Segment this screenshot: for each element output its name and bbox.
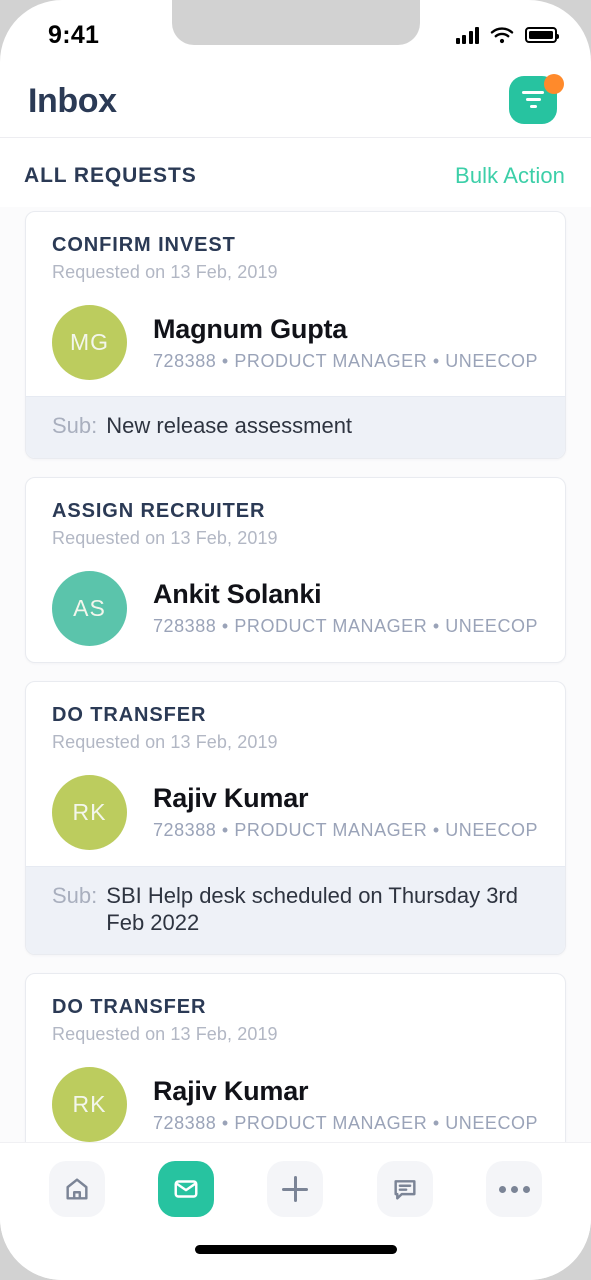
request-type: DO TRANSFER xyxy=(52,703,207,726)
meta-separator: • xyxy=(216,616,235,637)
more-icon xyxy=(498,1185,530,1193)
nav-item-chat[interactable] xyxy=(376,1161,433,1217)
requester: RK Rajiv Kumar 728388 • PRODUCT MANAGER • … xyxy=(52,1067,539,1142)
requester-employee-id: 728388 xyxy=(153,350,217,371)
requester-info: Ankit Solanki 728388 • PRODUCT MANAGER • … xyxy=(153,579,539,637)
plus-icon xyxy=(282,1176,309,1202)
meta-separator: • xyxy=(427,1112,446,1133)
request-type: CONFIRM INVEST xyxy=(52,234,236,256)
section-title: ALL REQUESTS xyxy=(24,164,197,187)
device-notch xyxy=(171,0,420,45)
cellular-signal-icon xyxy=(455,26,479,44)
requester-info: Rajiv Kumar 728388 • PRODUCT MANAGER • UN… xyxy=(153,783,539,841)
home-icon xyxy=(66,1178,88,1200)
nav-item-mail[interactable] xyxy=(158,1161,215,1217)
requester-info: Rajiv Kumar 728388 • PRODUCT MANAGER • UN… xyxy=(153,1076,539,1134)
requester-company: UNEECOPS… xyxy=(445,616,539,637)
mail-icon xyxy=(174,1180,198,1198)
requester-role: PRODUCT MANAGER xyxy=(234,616,428,637)
avatar: MG xyxy=(52,305,127,380)
request-card-body: DO TRANSFER Requested on 13 Feb, 2019 RK Ra… xyxy=(26,974,565,1142)
request-card-body: DO TRANSFER Requested on 13 Feb, 2019 RK Ra… xyxy=(26,682,565,866)
requester-meta: 728388 • PRODUCT MANAGER • UNEECOPS… xyxy=(153,351,539,372)
meta-separator: • xyxy=(427,820,446,841)
request-card-body: ASSIGN RECRUITER Requested on 13 Feb, 201… xyxy=(26,478,565,662)
request-card[interactable]: CONFIRM INVEST Requested on 13 Feb, 2019 M… xyxy=(25,211,566,459)
page-title: Inbox xyxy=(28,82,117,120)
status-bar-time: 9:41 xyxy=(48,20,100,49)
nav-item-add[interactable] xyxy=(267,1161,324,1217)
wifi-icon xyxy=(490,26,514,43)
requester-role: PRODUCT MANAGER xyxy=(234,820,428,841)
phone-device-frame: 9:41 Inbox ALL REQUESTS Bulk Action CONF… xyxy=(0,0,591,1280)
avatar: AS xyxy=(52,570,127,646)
bulk-action-button[interactable]: Bulk Action xyxy=(455,163,565,189)
request-subject-value: SBI Help desk scheduled on Thursday 3rd … xyxy=(106,882,518,935)
requester: MG Magnum Gupta 728388 • PRODUCT MANAGER •… xyxy=(52,305,539,380)
request-date: Requested on 13 Feb, 2019 xyxy=(52,262,278,282)
avatar: RK xyxy=(52,774,127,850)
request-list[interactable]: CONFIRM INVEST Requested on 13 Feb, 2019 M… xyxy=(0,207,591,1142)
request-date: Requested on 13 Feb, 2019 xyxy=(52,1024,278,1045)
requester-employee-id: 728388 xyxy=(153,616,217,637)
requester-company: UNEECOPS… xyxy=(445,350,539,371)
meta-separator: • xyxy=(216,820,235,841)
requester-name: Magnum Gupta xyxy=(153,313,348,344)
app-header: Inbox xyxy=(0,66,591,138)
requester-company: UNEECOPS… xyxy=(445,820,539,841)
requester: AS Ankit Solanki 728388 • PRODUCT MANAGER … xyxy=(52,570,539,646)
requester-name: Ankit Solanki xyxy=(153,579,322,610)
request-type: ASSIGN RECRUITER xyxy=(52,499,266,522)
request-card[interactable]: DO TRANSFER Requested on 13 Feb, 2019 RK Ra… xyxy=(25,680,566,956)
meta-separator: • xyxy=(427,350,446,371)
request-subject-row: Sub: SBI Help desk scheduled on Thursday … xyxy=(26,865,565,955)
requester-role: PRODUCT MANAGER xyxy=(234,1112,428,1133)
requester-info: Magnum Gupta 728388 • PRODUCT MANAGER • U… xyxy=(153,314,539,372)
requester-company: UNEECOPS… xyxy=(445,1112,539,1133)
requester-meta: 728388 • PRODUCT MANAGER • UNEECOPS… xyxy=(153,1113,539,1134)
request-card[interactable]: ASSIGN RECRUITER Requested on 13 Feb, 201… xyxy=(25,476,566,663)
chat-icon xyxy=(394,1180,416,1200)
request-subject-value: New release assessment xyxy=(106,413,353,438)
filter-button[interactable] xyxy=(509,73,564,128)
request-card-body: CONFIRM INVEST Requested on 13 Feb, 2019 M… xyxy=(26,212,565,396)
meta-separator: • xyxy=(427,616,446,637)
section-header: ALL REQUESTS Bulk Action xyxy=(0,140,591,212)
battery-icon xyxy=(525,27,559,43)
home-indicator xyxy=(194,1245,397,1254)
request-subject-label: Sub: xyxy=(52,413,98,438)
request-card[interactable]: DO TRANSFER Requested on 13 Feb, 2019 RK Ra… xyxy=(25,973,566,1142)
request-subject-label: Sub: xyxy=(52,882,98,908)
request-type: DO TRANSFER xyxy=(52,996,207,1019)
bottom-navigation xyxy=(0,1142,591,1280)
requester-name: Rajiv Kumar xyxy=(153,1075,309,1106)
filter-notification-badge xyxy=(544,73,564,94)
avatar: RK xyxy=(52,1067,127,1142)
nav-item-more[interactable] xyxy=(486,1161,543,1217)
requester-employee-id: 728388 xyxy=(153,820,217,841)
requester-employee-id: 728388 xyxy=(153,1112,217,1133)
request-date: Requested on 13 Feb, 2019 xyxy=(52,731,278,752)
requester-meta: 728388 • PRODUCT MANAGER • UNEECOPS… xyxy=(153,820,539,841)
requester-role: PRODUCT MANAGER xyxy=(234,350,428,371)
meta-separator: • xyxy=(216,1112,235,1133)
requester: RK Rajiv Kumar 728388 • PRODUCT MANAGER • … xyxy=(52,774,539,850)
request-date: Requested on 13 Feb, 2019 xyxy=(52,527,278,548)
requester-meta: 728388 • PRODUCT MANAGER • UNEECOPS… xyxy=(153,616,539,637)
requester-name: Rajiv Kumar xyxy=(153,783,309,814)
request-subject-row: Sub: New release assessment xyxy=(26,396,565,458)
meta-separator: • xyxy=(216,350,235,371)
status-bar-icons xyxy=(455,26,559,44)
nav-item-home[interactable] xyxy=(48,1161,105,1217)
